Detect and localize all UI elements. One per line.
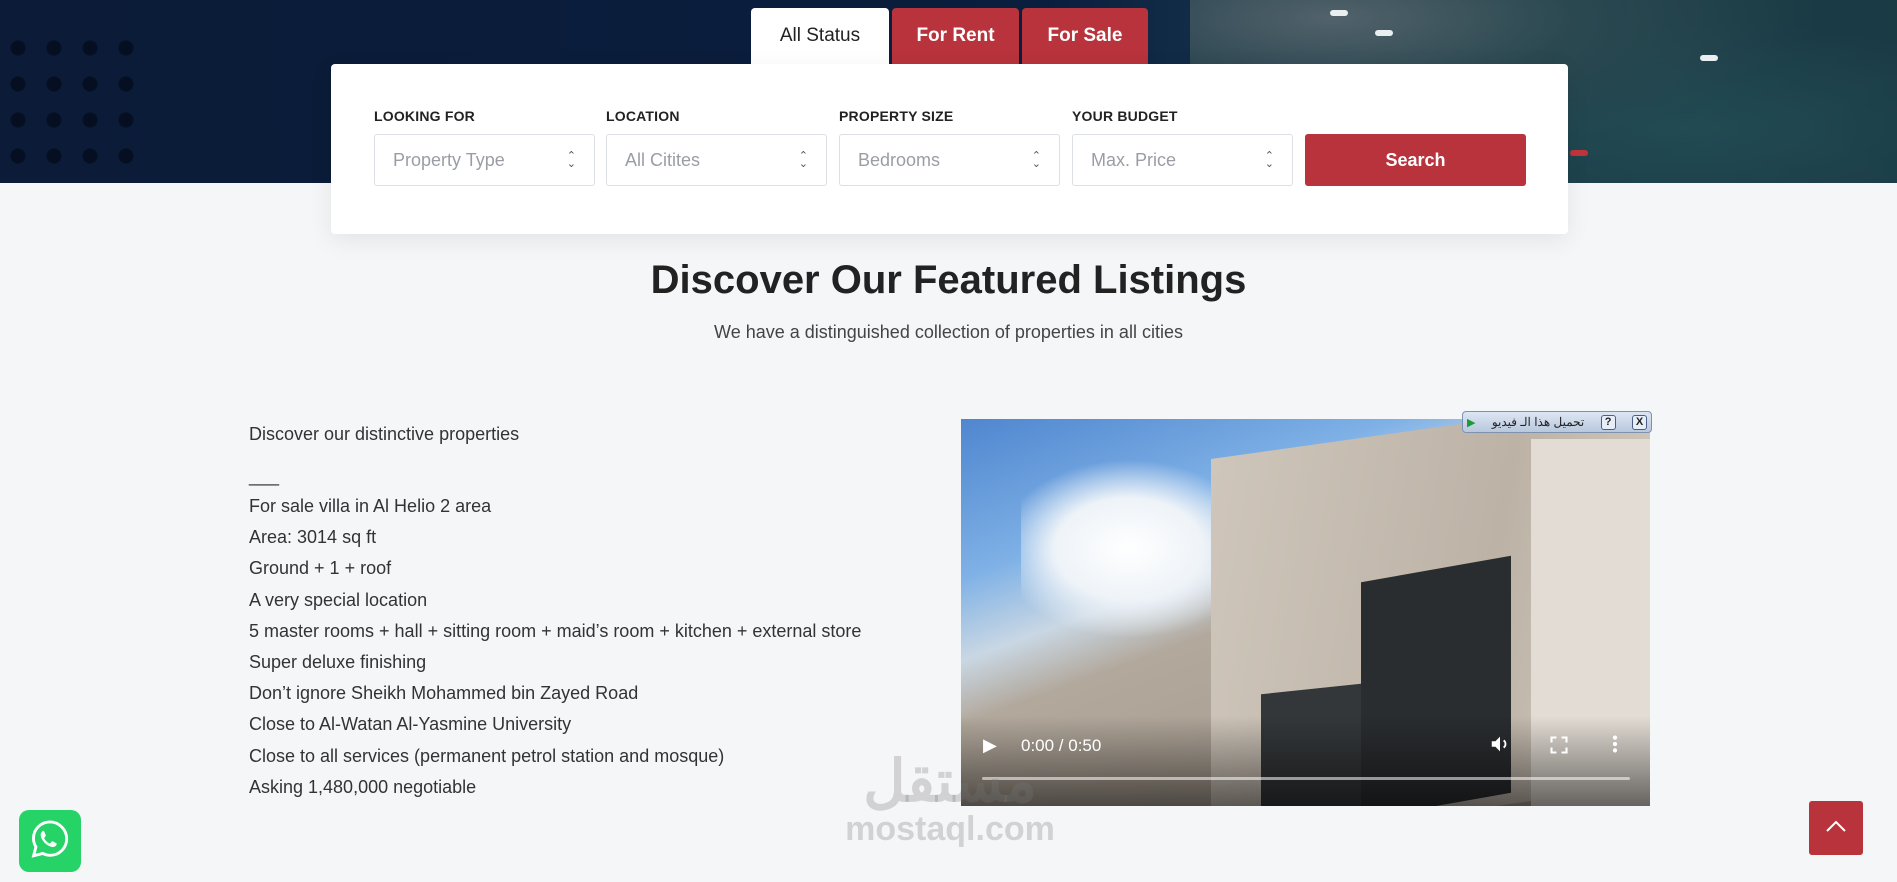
hero-boat [1570,150,1588,156]
location-select[interactable]: All Citites ⌃ ⌄ [606,134,827,186]
chevron-up-icon [1825,819,1847,838]
location-label: LOCATION [606,108,680,124]
max-price-value: Max. Price [1091,149,1177,170]
help-button[interactable]: ? [1600,414,1616,430]
tab-for-rent[interactable]: For Rent [892,8,1019,64]
tab-for-sale[interactable]: For Sale [1022,8,1148,64]
tab-label: All Status [779,25,861,46]
looking-for-label: LOOKING FOR [374,108,475,124]
fullscreen-icon[interactable] [1549,735,1569,760]
hero-boat [1700,55,1718,61]
tab-all-status[interactable]: All Status [751,8,889,64]
hero-boat [1375,30,1393,36]
listing-line: Ground + 1 + roof [249,558,392,579]
back-to-top-button[interactable] [1809,801,1863,855]
mostaql-watermark: مستقل mostaql.com [830,749,1070,848]
bedrooms-select[interactable]: Bedrooms ⌃ ⌄ [839,134,1060,186]
close-button[interactable]: X [1632,414,1647,430]
hero-dot-pattern [0,30,140,180]
listing-line: A very special location [249,589,428,610]
listing-line: Area: 3014 sq ft [249,527,377,548]
watermark-arabic: مستقل [863,749,1037,814]
budget-label: YOUR BUDGET [1072,108,1178,124]
section-subtitle: We have a distinguished collection of pr… [714,322,1183,342]
status-tabs: All Status For Rent For Sale [751,8,1148,64]
tab-label: For Rent [916,25,995,46]
listing-separator: ___ [249,466,280,486]
property-size-field: PROPERTY SIZE Bedrooms ⌃ ⌄ [839,108,1060,186]
listing-line: 5 master rooms + hall + sitting room + m… [249,620,862,641]
chevron-up-down-icon: ⌃ ⌄ [798,150,808,170]
listing-intro: Discover our distinctive properties [249,424,520,444]
property-video-player[interactable]: ▶ 0:00 / 0:50 [961,419,1650,806]
listing-line: For sale villa in Al Helio 2 area [249,496,492,516]
tab-label: For Sale [1047,25,1123,46]
listing-description: Discover our distinctive properties ___ … [249,421,929,803]
watermark-latin: mostaql.com [845,810,1055,848]
looking-for-field: LOOKING FOR Property Type ⌃ ⌄ [374,108,595,186]
bedrooms-value: Bedrooms [858,149,941,170]
section-title: Discover Our Featured Listings [650,258,1247,302]
budget-field: YOUR BUDGET Max. Price ⌃ ⌄ [1072,108,1293,186]
search-button[interactable]: Search [1305,134,1526,186]
listing-line: Asking 1,480,000 negotiable [249,776,477,797]
listing-line: Close to all services (permanent petrol … [249,745,725,766]
volume-icon[interactable] [1489,733,1511,760]
chevron-up-down-icon: ⌃ ⌄ [1264,150,1274,170]
hero-boat [1330,10,1348,16]
location-value: All Citites [625,149,701,170]
whatsapp-icon [29,818,71,865]
listing-line: Super deluxe finishing [249,651,427,672]
max-price-select[interactable]: Max. Price ⌃ ⌄ [1072,134,1293,186]
property-type-value: Property Type [393,149,505,170]
property-size-label: PROPERTY SIZE [839,108,954,124]
listing-line: Don’t ignore Sheikh Mohammed bin Zayed R… [249,683,639,704]
chevron-up-down-icon: ⌃ ⌄ [566,150,576,170]
property-type-select[interactable]: Property Type ⌃ ⌄ [374,134,595,186]
more-vertical-icon[interactable] [1611,733,1619,760]
video-progress-bar[interactable] [982,777,1630,780]
location-field: LOCATION All Citites ⌃ ⌄ [606,108,827,186]
chevron-up-down-icon: ⌃ ⌄ [1031,150,1041,170]
property-search-panel: LOOKING FOR Property Type ⌃ ⌄ LOCATION Al… [331,64,1568,234]
whatsapp-button[interactable] [19,810,81,872]
listing-line: Close to Al-Watan Al-Yasmine University [249,714,572,735]
download-play-icon: ▶ [1467,416,1476,429]
video-download-bar[interactable]: ▶ تحميل هذا الـ فيديو ? X [1462,411,1652,433]
download-video-label: تحميل هذا الـ فيديو [1491,415,1585,429]
